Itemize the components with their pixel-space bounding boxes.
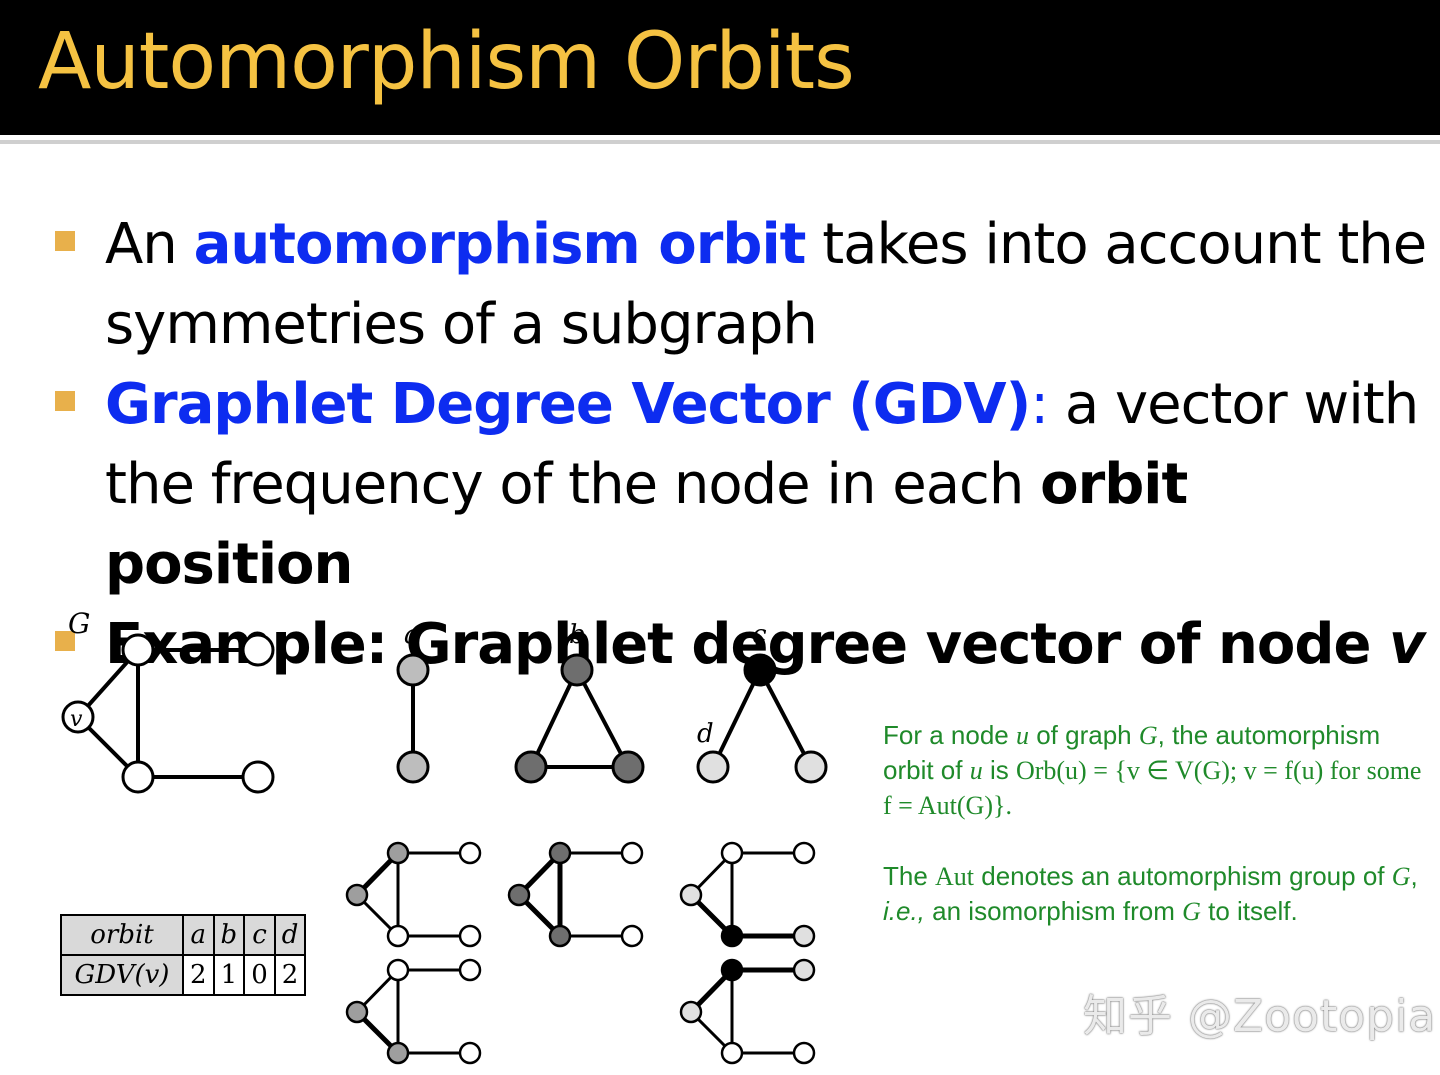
node-v-label: v (70, 707, 83, 732)
note-math: G (1391, 862, 1411, 891)
note-math: G (1182, 897, 1201, 926)
table-row: orbit a b c d (60, 914, 307, 956)
table-row-label-gdv: GDV(v) (60, 954, 184, 996)
graph-g-label: G (68, 607, 90, 640)
orbit-b-label: b (569, 620, 586, 650)
graph-instance-2 (507, 841, 644, 948)
bullet-2-highlight: Graphlet Degree Vector (GDV) (105, 372, 1031, 437)
note-text: of graph (1028, 720, 1139, 750)
note-math: u (969, 756, 983, 785)
note-paragraph-2: The Aut denotes an automorphism group of… (883, 859, 1433, 929)
bullet-2-colon: : (1030, 372, 1049, 437)
bullet-marker-icon (55, 391, 75, 411)
note-text: an isomorphism from (924, 896, 1183, 926)
title-bar: Automorphism Orbits (0, 0, 1440, 135)
bullet-2: Graphlet Degree Vector (GDV): a vector w… (55, 365, 1440, 605)
gdv-table: orbit a b c d GDV(v) 2 1 0 2 (60, 914, 307, 996)
table-row: GDV(v) 2 1 0 2 (60, 954, 307, 996)
note-math: G (1138, 721, 1158, 750)
table-cell-b: 1 (212, 954, 246, 996)
graph-instance-5 (679, 958, 816, 1065)
graph-instance-3 (679, 841, 816, 948)
table-header-orbit: orbit (60, 914, 184, 956)
orbit-a-label: a (404, 620, 420, 650)
graph-g-nodes (61, 633, 275, 794)
table-col-b: b (212, 914, 246, 956)
table-cell-d: 2 (273, 954, 307, 996)
graph-instance-4 (345, 958, 482, 1065)
orbit-c-label: c (752, 620, 767, 650)
table-col-d: d (273, 914, 307, 956)
graph-g-edges (76, 648, 258, 779)
note-spacer (883, 823, 1433, 859)
note-math: u (1015, 721, 1029, 750)
note-text: , (1410, 861, 1418, 891)
table-col-c: c (243, 914, 276, 956)
bullet-1-pre: An (105, 212, 194, 277)
graphlet-path3 (696, 653, 828, 784)
graphlet-triangle (514, 653, 645, 784)
note-text: is (982, 755, 1016, 785)
bullet-1: An automorphism orbit takes into account… (55, 205, 1440, 365)
orbit-d-label: d (697, 719, 714, 749)
note-paragraph-1: For a node u of graph G, the automorphis… (883, 718, 1433, 823)
table-cell-c: 0 (243, 954, 276, 996)
title-divider (0, 140, 1440, 144)
graphlet-edge-ab (396, 653, 430, 784)
watermark: 知乎 @Zootopia (1083, 991, 1437, 1042)
bullet-1-highlight: automorphism orbit (193, 212, 807, 277)
table-cell-a: 2 (182, 954, 215, 996)
note-math: Aut (935, 862, 975, 891)
slide-title: Automorphism Orbits (38, 17, 855, 107)
graph-instance-1 (345, 841, 482, 948)
definition-note: For a node u of graph G, the automorphis… (883, 718, 1433, 929)
bullet-marker-icon (55, 231, 75, 251)
table-col-a: a (182, 914, 215, 956)
note-text: i.e., (883, 896, 925, 926)
note-text: denotes an automorphism group of (974, 861, 1392, 891)
bullet-3-bold-italic: v (1388, 612, 1426, 677)
note-text: For a node (883, 720, 1016, 750)
graphlet-figure: G v a b c d (61, 607, 828, 1065)
note-text: The (883, 861, 936, 891)
note-text: to itself. (1200, 896, 1298, 926)
